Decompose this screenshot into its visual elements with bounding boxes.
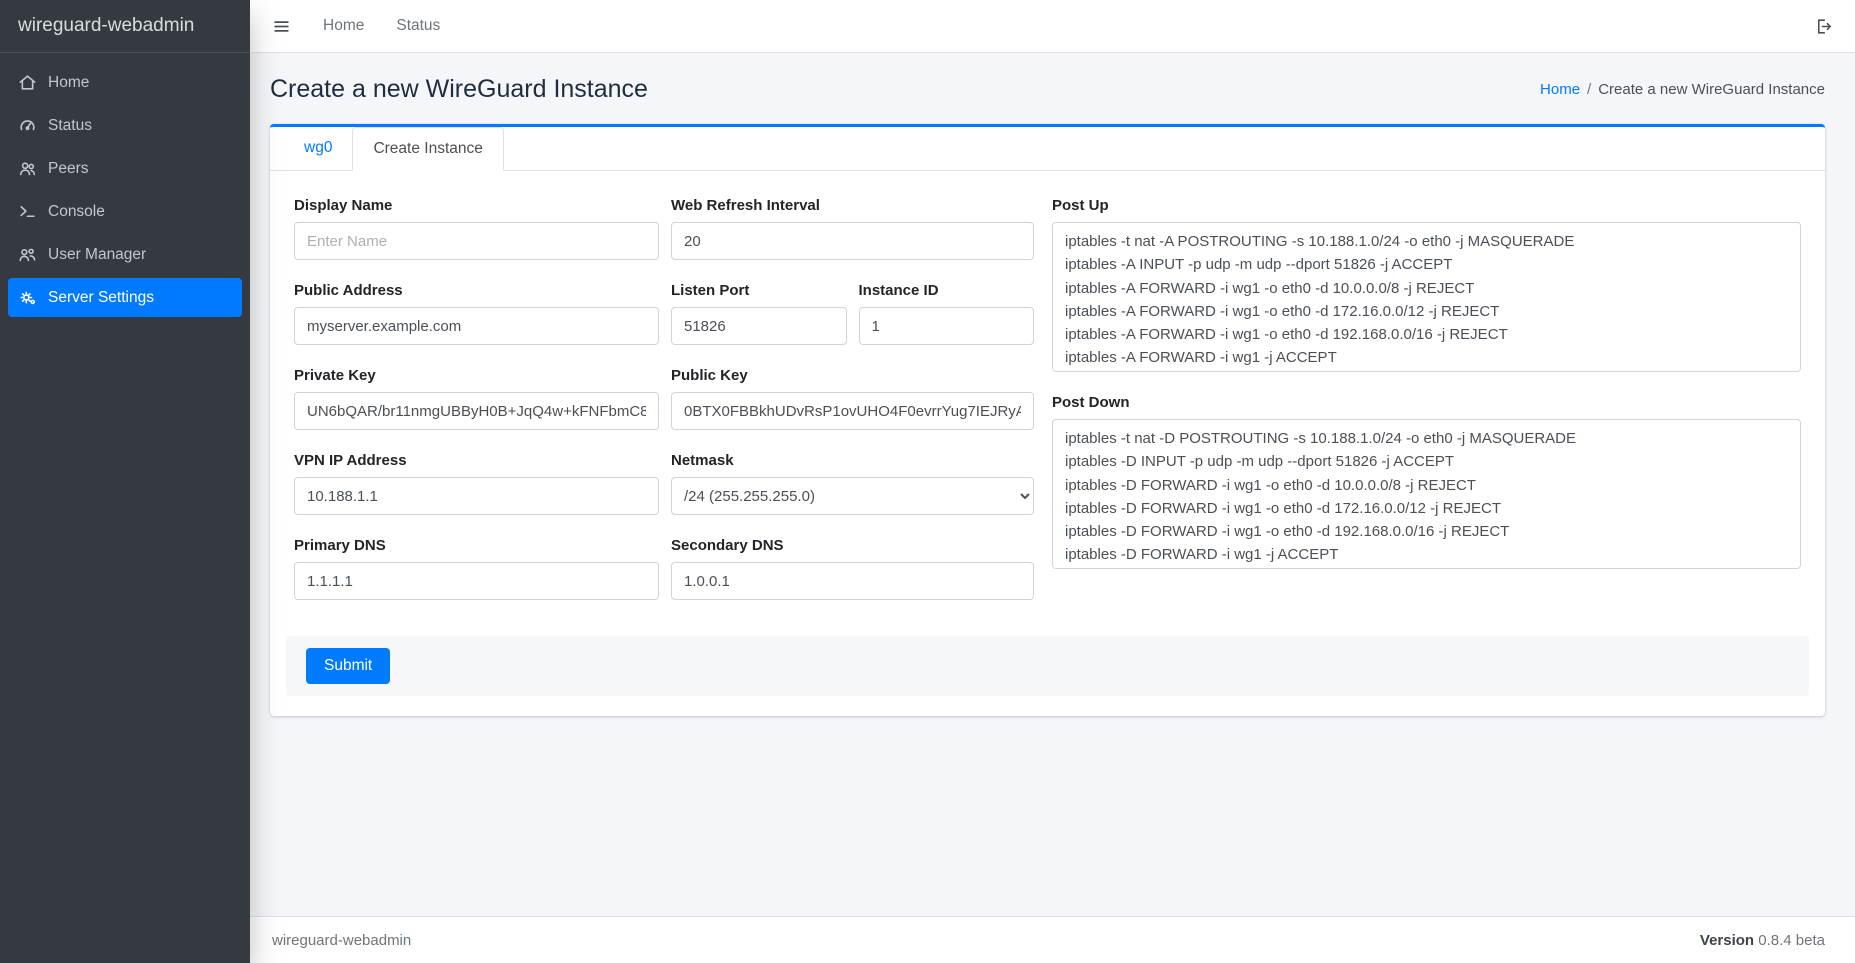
- breadcrumb-separator: /: [1587, 81, 1591, 98]
- page-title: Create a new WireGuard Instance: [270, 75, 648, 104]
- public-address-input[interactable]: [294, 307, 659, 345]
- web-refresh-label: Web Refresh Interval: [671, 197, 1034, 214]
- gears-icon: [18, 288, 37, 307]
- form-column-2: Web Refresh Interval Listen Port: [671, 197, 1034, 622]
- topnav-link-home[interactable]: Home: [323, 17, 364, 35]
- web-refresh-input[interactable]: [671, 222, 1034, 260]
- sidebar-item-label: User Manager: [48, 246, 146, 264]
- instance-form: Display Name Public Address Private Key: [294, 197, 1801, 622]
- sidebar-item-home[interactable]: Home: [8, 63, 242, 102]
- submit-strip: Submit: [286, 636, 1809, 696]
- tab-wg0[interactable]: wg0: [284, 127, 352, 171]
- page-footer: wireguard-webadmin Version 0.8.4 beta: [250, 916, 1855, 963]
- brand-link[interactable]: wireguard-webadmin: [0, 0, 250, 53]
- display-name-input[interactable]: [294, 222, 659, 260]
- netmask-group: Netmask /24 (255.255.255.0): [671, 452, 1034, 515]
- sign-out-icon: [1814, 17, 1833, 36]
- sidebar-item-status[interactable]: Status: [8, 106, 242, 145]
- listen-port-label: Listen Port: [671, 282, 847, 299]
- secondary-dns-group: Secondary DNS: [671, 537, 1034, 600]
- post-up-label: Post Up: [1052, 197, 1801, 214]
- users-icon: [18, 159, 37, 178]
- top-navbar: Home Status: [250, 0, 1855, 53]
- instance-id-group: Instance ID: [859, 282, 1035, 345]
- breadcrumb: Home / Create a new WireGuard Instance: [1540, 81, 1825, 98]
- secondary-dns-label: Secondary DNS: [671, 537, 1034, 554]
- instance-id-input[interactable]: [859, 307, 1035, 345]
- sidebar-nav: Home Status Peers Console User Manager S: [0, 53, 250, 331]
- private-key-input[interactable]: [294, 392, 659, 430]
- display-name-label: Display Name: [294, 197, 659, 214]
- sidebar-item-peers[interactable]: Peers: [8, 149, 242, 188]
- card-body: Display Name Public Address Private Key: [270, 171, 1825, 716]
- sidebar-item-console[interactable]: Console: [8, 192, 242, 231]
- logout-button[interactable]: [1814, 17, 1833, 36]
- sidebar-item-label: Console: [48, 203, 105, 221]
- footer-version-label: Version: [1700, 932, 1754, 949]
- listen-port-input[interactable]: [671, 307, 847, 345]
- primary-dns-group: Primary DNS: [294, 537, 659, 600]
- public-address-group: Public Address: [294, 282, 659, 345]
- sidebar-item-label: Peers: [48, 160, 89, 178]
- main-column: Home Status Create a new WireGuard Insta…: [250, 0, 1855, 963]
- topnav-link-status[interactable]: Status: [396, 17, 440, 35]
- secondary-dns-input[interactable]: [671, 562, 1034, 600]
- post-down-group: Post Down iptables -t nat -D POSTROUTING…: [1052, 394, 1801, 569]
- sidebar-item-label: Server Settings: [48, 289, 154, 307]
- sidebar-item-user-manager[interactable]: User Manager: [8, 235, 242, 274]
- instance-id-label: Instance ID: [859, 282, 1035, 299]
- netmask-select[interactable]: /24 (255.255.255.0): [671, 477, 1034, 515]
- public-key-group: Public Key: [671, 367, 1034, 430]
- instance-tabs: wg0 Create Instance: [270, 127, 1825, 171]
- sidebar-item-server-settings[interactable]: Server Settings: [8, 278, 242, 317]
- post-up-group: Post Up iptables -t nat -A POSTROUTING -…: [1052, 197, 1801, 372]
- primary-dns-label: Primary DNS: [294, 537, 659, 554]
- vpn-ip-input[interactable]: [294, 477, 659, 515]
- tachometer-icon: [18, 116, 37, 135]
- vpn-ip-group: VPN IP Address: [294, 452, 659, 515]
- sidebar-item-label: Home: [48, 74, 89, 92]
- content-header: Create a new WireGuard Instance Home / Cre…: [250, 53, 1855, 118]
- home-icon: [18, 73, 37, 92]
- sidebar-item-label: Status: [48, 117, 92, 135]
- breadcrumb-home-link[interactable]: Home: [1540, 81, 1580, 98]
- footer-version: Version 0.8.4 beta: [1700, 932, 1825, 949]
- terminal-icon: [18, 202, 37, 221]
- tab-create-instance[interactable]: Create Instance: [352, 127, 503, 171]
- display-name-group: Display Name: [294, 197, 659, 260]
- listen-port-group: Listen Port: [671, 282, 847, 345]
- hamburger-icon: [272, 17, 291, 36]
- public-address-label: Public Address: [294, 282, 659, 299]
- form-column-3: Post Up iptables -t nat -A POSTROUTING -…: [1052, 197, 1801, 622]
- form-column-1: Display Name Public Address Private Key: [294, 197, 659, 622]
- footer-version-value: 0.8.4 beta: [1758, 932, 1825, 949]
- app-root: wireguard-webadmin Home Status Peers Con…: [0, 0, 1855, 963]
- primary-dns-input[interactable]: [294, 562, 659, 600]
- post-down-label: Post Down: [1052, 394, 1801, 411]
- post-up-textarea[interactable]: iptables -t nat -A POSTROUTING -s 10.188…: [1052, 222, 1801, 372]
- vpn-ip-label: VPN IP Address: [294, 452, 659, 469]
- public-key-input[interactable]: [671, 392, 1034, 430]
- private-key-group: Private Key: [294, 367, 659, 430]
- instance-card: wg0 Create Instance Display Name Public: [270, 124, 1825, 716]
- private-key-label: Private Key: [294, 367, 659, 384]
- public-key-label: Public Key: [671, 367, 1034, 384]
- web-refresh-group: Web Refresh Interval: [671, 197, 1034, 260]
- port-id-group: Listen Port Instance ID: [671, 282, 1034, 345]
- sidebar-toggle-button[interactable]: [272, 17, 291, 36]
- post-down-textarea[interactable]: iptables -t nat -D POSTROUTING -s 10.188…: [1052, 419, 1801, 569]
- submit-button[interactable]: Submit: [306, 648, 390, 684]
- netmask-label: Netmask: [671, 452, 1034, 469]
- breadcrumb-current: Create a new WireGuard Instance: [1598, 81, 1825, 98]
- user-group-icon: [18, 245, 37, 264]
- content-area: Create a new WireGuard Instance Home / Cre…: [250, 53, 1855, 916]
- footer-brand: wireguard-webadmin: [272, 932, 411, 949]
- sidebar: wireguard-webadmin Home Status Peers Con…: [0, 0, 250, 963]
